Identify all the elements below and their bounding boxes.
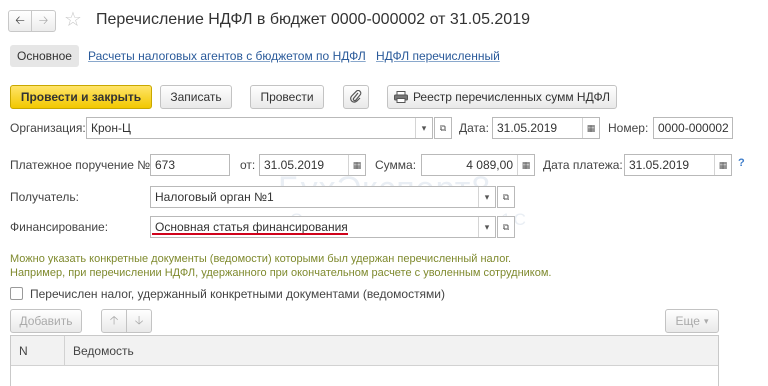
pay-date-label: Дата платежа: [543,158,623,172]
column-header-statement[interactable]: Ведомость [65,344,718,358]
chevron-down-icon[interactable]: ▾ [415,118,432,138]
chevron-down-icon[interactable]: ▾ [478,217,495,237]
link-ndfl-paid[interactable]: НДФЛ перечисленный [376,49,500,63]
help-icon[interactable]: ? [738,157,745,169]
calendar-icon[interactable]: ▦ [348,155,365,175]
hint-line-2: Например, при перечислении НДФЛ, удержан… [10,267,552,279]
pay-date-field[interactable]: 31.05.2019 ▦ [624,154,732,176]
org-value: Крон-Ц [91,121,131,135]
documents-checkbox-label[interactable]: Перечислен налог, удержанный конкретными… [30,287,445,301]
more-label: Еще [675,314,700,328]
date-field[interactable]: 31.05.2019 ▦ [492,117,600,139]
calendar-icon[interactable]: ▦ [582,118,599,138]
number-value: 0000-000002 [658,121,729,135]
chevron-down-icon: ▾ [703,315,709,326]
recipient-label: Получатель: [10,190,79,204]
printer-icon [393,91,408,103]
add-button[interactable]: Добавить [10,309,82,333]
payment-order-field[interactable]: 673 [150,154,230,176]
arrow-down-icon: 🡣 [134,312,144,327]
registry-print-button[interactable]: Реестр перечисленных сумм НДФЛ [387,85,617,109]
org-field[interactable]: Крон-Ц ▾ [86,117,433,139]
number-label: Номер: [608,121,649,135]
move-up-button[interactable]: 🡡 [101,309,127,333]
back-button[interactable]: 🡠 [8,10,32,32]
recipient-open-button[interactable]: ⧉ [497,186,515,208]
post-button[interactable]: Провести [250,85,324,109]
date-value: 31.05.2019 [497,121,558,135]
red-underline [152,233,348,235]
column-header-n[interactable]: N [11,336,65,365]
from-date-value: 31.05.2019 [264,158,325,172]
registry-print-label: Реестр перечисленных сумм НДФЛ [412,90,611,104]
sum-value: 4 089,00 [466,158,513,172]
link-tax-settlements[interactable]: Расчеты налоговых агентов с бюджетом по … [88,49,366,63]
number-field[interactable]: 0000-000002 [653,117,733,139]
from-label: от: [240,158,256,172]
attach-button[interactable] [343,85,369,109]
financing-open-button[interactable]: ⧉ [497,216,515,238]
sum-label: Сумма: [375,158,417,172]
recipient-value: Налоговый орган №1 [155,190,274,204]
chevron-down-icon[interactable]: ▾ [478,187,495,207]
open-icon: ⧉ [498,217,514,237]
hint-line-1: Можно указать конкретные документы (ведо… [10,253,512,265]
calendar-icon[interactable]: ▦ [714,155,731,175]
open-icon: ⧉ [435,118,451,138]
recipient-field[interactable]: Налоговый орган №1 ▾ [150,186,496,208]
payment-order-label: Платежное поручение №: [10,158,154,172]
arrow-right-icon: 🡢 [38,12,49,27]
payment-order-value: 673 [155,158,176,172]
org-label: Организация: [10,121,86,135]
page-title: Перечисление НДФЛ в бюджет 0000-000002 о… [96,11,530,28]
tab-main[interactable]: Основное [10,45,79,67]
arrow-left-icon: 🡠 [15,12,25,27]
financing-value: Основная статья финансирования [155,220,348,234]
table-header: N Ведомость [11,336,718,366]
open-icon: ⧉ [498,187,514,207]
date-label: Дата: [459,121,489,135]
post-and-close-button[interactable]: Провести и закрыть [10,85,152,109]
star-icon[interactable]: ☆ [64,7,82,32]
sum-field[interactable]: 4 089,00 ▦ [421,154,535,176]
documents-table[interactable]: N Ведомость [10,335,719,386]
paperclip-icon [350,90,362,103]
more-button[interactable]: Еще ▾ [665,309,719,333]
pay-date-value: 31.05.2019 [629,158,690,172]
arrow-up-icon: 🡡 [109,312,119,327]
calculator-icon[interactable]: ▦ [517,155,534,175]
save-button[interactable]: Записать [160,85,232,109]
financing-label: Финансирование: [10,220,109,234]
from-date-field[interactable]: 31.05.2019 ▦ [259,154,366,176]
move-down-button[interactable]: 🡣 [126,309,152,333]
documents-checkbox[interactable] [10,287,23,300]
org-open-button[interactable]: ⧉ [434,117,452,139]
forward-button[interactable]: 🡢 [32,10,56,32]
